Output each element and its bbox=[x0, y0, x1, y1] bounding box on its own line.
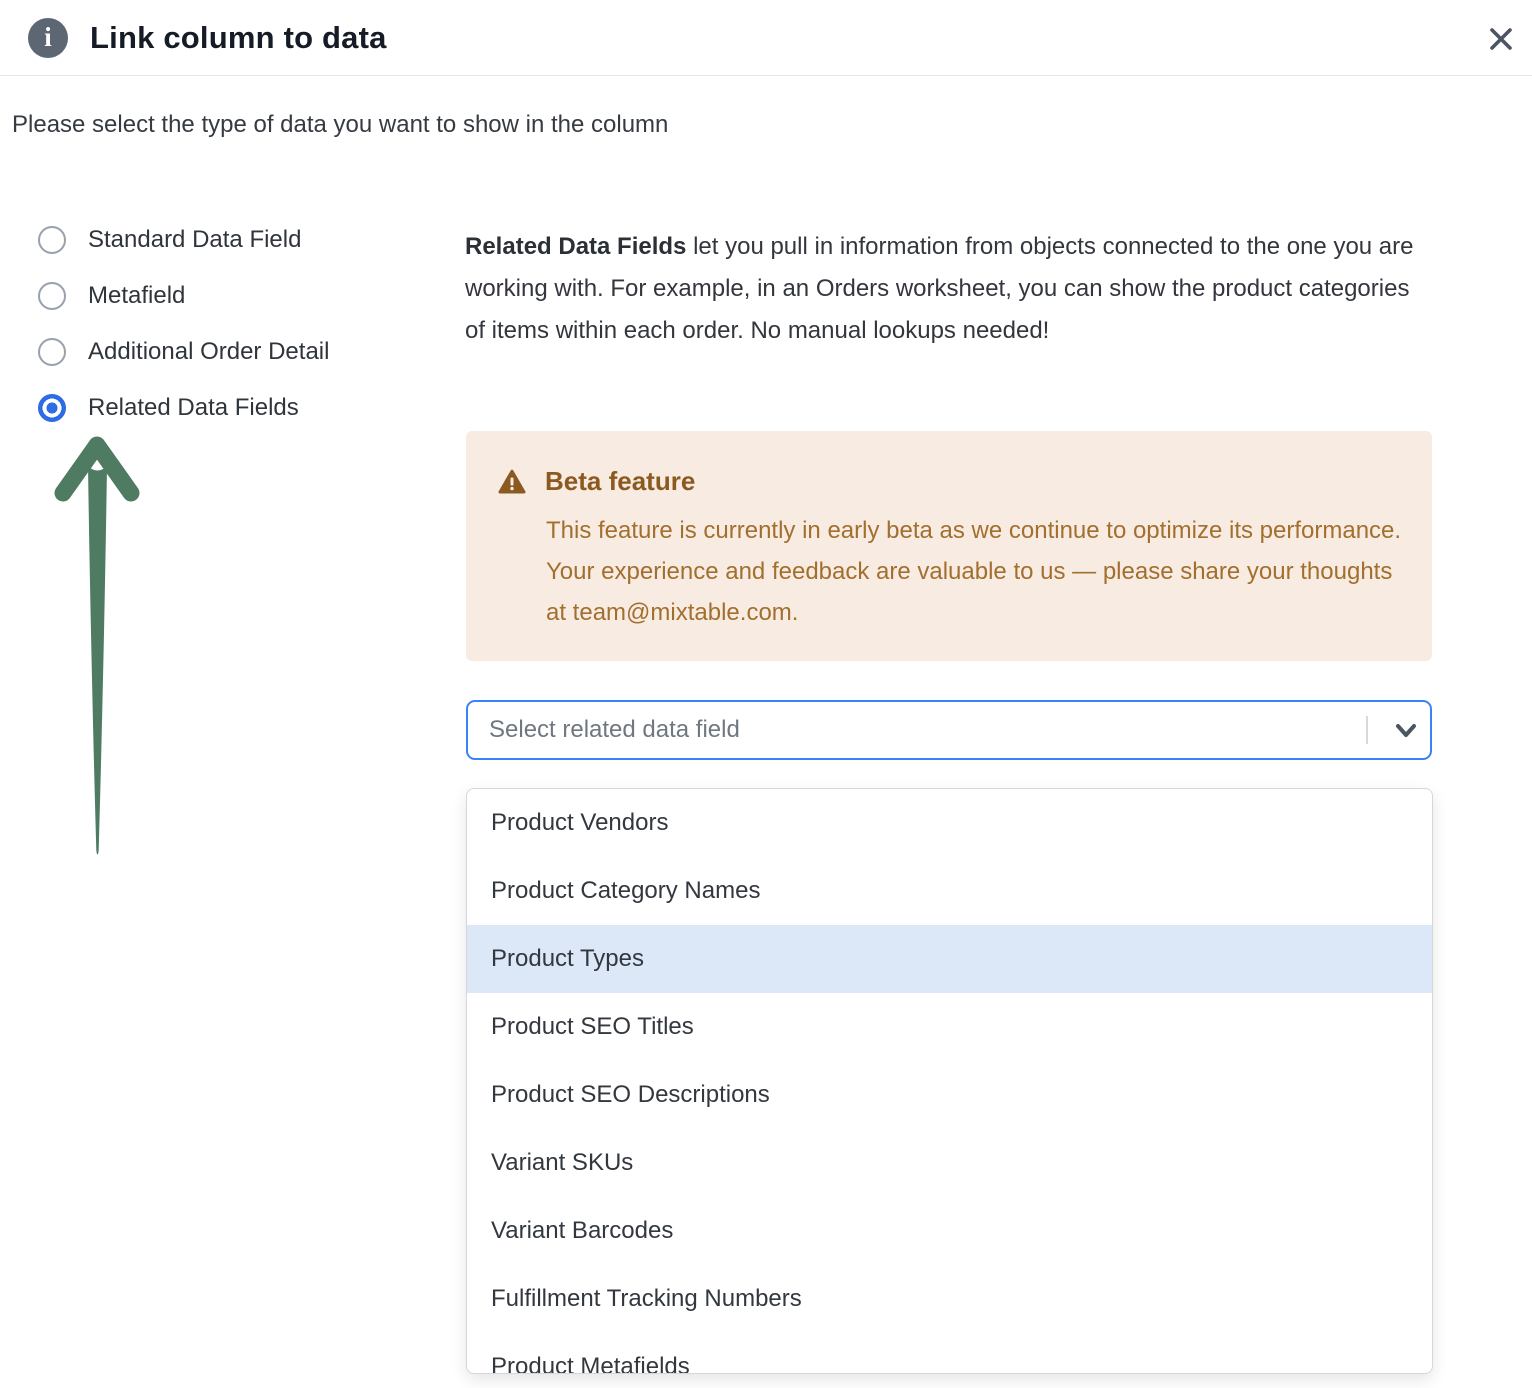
beta-notice-header: Beta feature bbox=[498, 466, 1402, 497]
radio-button-icon[interactable] bbox=[38, 226, 66, 254]
dropdown-option[interactable]: Product SEO Titles bbox=[467, 993, 1432, 1061]
modal-title: Link column to data bbox=[90, 20, 387, 56]
radio-option[interactable]: Metafield bbox=[38, 282, 329, 310]
beta-notice-title: Beta feature bbox=[545, 466, 695, 497]
radio-button-icon[interactable] bbox=[38, 282, 66, 310]
related-field-select[interactable]: Select related data field bbox=[466, 700, 1432, 760]
dialog-instruction: Please select the type of data you want … bbox=[12, 111, 668, 139]
dropdown-option[interactable]: Product SEO Descriptions bbox=[467, 1061, 1432, 1129]
radio-option[interactable]: Additional Order Detail bbox=[38, 338, 329, 366]
dropdown-option[interactable]: Product Types bbox=[467, 925, 1432, 993]
beta-notice: Beta feature This feature is currently i… bbox=[466, 431, 1432, 661]
radio-option-label: Related Data Fields bbox=[88, 394, 299, 422]
radio-button-icon[interactable] bbox=[38, 338, 66, 366]
modal-header: i Link column to data bbox=[0, 0, 1532, 76]
radio-option-label: Metafield bbox=[88, 282, 185, 310]
arrow-up-annotation-icon bbox=[40, 432, 155, 862]
dropdown-option[interactable]: Fulfillment Tracking Numbers bbox=[467, 1265, 1432, 1333]
select-placeholder: Select related data field bbox=[489, 716, 1366, 744]
close-button[interactable] bbox=[1484, 22, 1518, 56]
radio-option-label: Standard Data Field bbox=[88, 226, 301, 254]
radio-option-label: Additional Order Detail bbox=[88, 338, 329, 366]
radio-button-icon[interactable] bbox=[38, 394, 66, 422]
dropdown-option[interactable]: Product Category Names bbox=[467, 857, 1432, 925]
select-divider bbox=[1366, 716, 1368, 744]
dropdown-option[interactable]: Variant SKUs bbox=[467, 1129, 1432, 1197]
warning-icon bbox=[498, 469, 526, 495]
related-field-dropdown-list: Product Vendors Product Category Names P… bbox=[466, 788, 1433, 1374]
select-chevron-button[interactable] bbox=[1382, 702, 1430, 758]
dropdown-option[interactable]: Variant Barcodes bbox=[467, 1197, 1432, 1265]
radio-group: Standard Data Field Metafield Additional… bbox=[38, 226, 329, 450]
beta-notice-body: This feature is currently in early beta … bbox=[546, 510, 1402, 633]
dropdown-option[interactable]: Product Metafields bbox=[467, 1333, 1432, 1374]
description-bold-term: Related Data Fields bbox=[465, 233, 686, 260]
chevron-down-icon bbox=[1391, 715, 1421, 745]
dropdown-option[interactable]: Product Vendors bbox=[467, 789, 1432, 857]
info-icon: i bbox=[28, 18, 68, 58]
radio-option[interactable]: Standard Data Field bbox=[38, 226, 329, 254]
related-data-description: Related Data Fields let you pull in info… bbox=[465, 226, 1435, 352]
close-icon bbox=[1486, 24, 1516, 54]
radio-option[interactable]: Related Data Fields bbox=[38, 394, 329, 422]
